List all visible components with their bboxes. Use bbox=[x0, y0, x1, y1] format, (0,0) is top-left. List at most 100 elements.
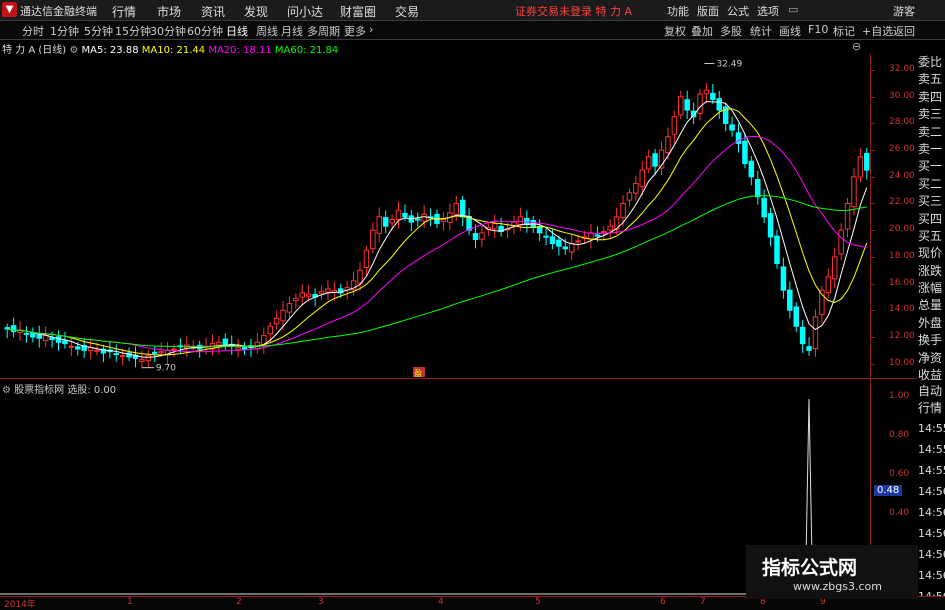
indicator-chart[interactable] bbox=[0, 379, 870, 595]
btn-mark[interactable]: 标记 bbox=[833, 23, 855, 39]
period-1min[interactable]: 1分钟 bbox=[50, 23, 79, 39]
indicator-tick: 1.00 bbox=[889, 391, 910, 401]
candle-body bbox=[684, 99, 690, 111]
tick-mark bbox=[871, 230, 875, 232]
candle-body bbox=[831, 256, 838, 280]
candle-body bbox=[491, 223, 498, 230]
low-label: 9.70 bbox=[156, 364, 176, 374]
candle-body bbox=[806, 346, 812, 351]
period-monthly[interactable]: 月线 bbox=[281, 23, 303, 39]
period-30min[interactable]: 30分钟 bbox=[150, 23, 186, 39]
menu-function[interactable]: 功能 bbox=[667, 3, 689, 19]
indicator-current-value: 0.48 bbox=[874, 485, 903, 496]
menu-market[interactable]: 市场 bbox=[157, 3, 181, 20]
btn-f10[interactable]: F10 bbox=[808, 23, 828, 36]
quote-label[interactable]: 行情 bbox=[918, 400, 945, 417]
ma20-line bbox=[7, 135, 867, 353]
candle-body bbox=[729, 124, 735, 131]
period-60min[interactable]: 60分钟 bbox=[187, 23, 223, 39]
menu-discover[interactable]: 发现 bbox=[244, 3, 268, 20]
candle-body bbox=[318, 291, 325, 295]
candle-body bbox=[812, 316, 819, 350]
tick-mark bbox=[871, 203, 875, 205]
menu-formula[interactable]: 公式 bbox=[727, 3, 749, 19]
menu-options[interactable]: 选项 bbox=[757, 3, 779, 19]
candle-body bbox=[235, 347, 241, 351]
period-multi[interactable]: 多周期 bbox=[307, 23, 340, 39]
menu-trade[interactable]: 交易 bbox=[395, 3, 419, 20]
candle-body bbox=[293, 297, 299, 302]
btn-stats[interactable]: 统计 bbox=[750, 23, 772, 39]
candle-body bbox=[562, 246, 569, 250]
candle-body bbox=[575, 240, 581, 243]
candle-body bbox=[241, 346, 248, 350]
candle-body bbox=[626, 192, 633, 201]
period-intraday[interactable]: 分时 bbox=[22, 23, 44, 39]
btn-overlay[interactable]: 叠加 bbox=[691, 23, 713, 39]
side-field: 买二 bbox=[918, 176, 943, 191]
side-field: 买四 bbox=[918, 211, 943, 226]
price-tick: 20.00 bbox=[889, 224, 915, 235]
side-field: 卖三 bbox=[918, 107, 943, 122]
candlestick-chart[interactable]: 32.49 9.70 盈 bbox=[0, 54, 870, 377]
time-label: 2014年 bbox=[4, 600, 36, 610]
side-field: 委比 bbox=[918, 55, 943, 69]
period-more[interactable]: 更多 bbox=[344, 23, 366, 39]
btn-multi[interactable]: 多股 bbox=[720, 23, 742, 39]
candle-body bbox=[671, 116, 678, 135]
minimize-icon[interactable]: ▭ bbox=[788, 3, 798, 16]
chevron-right-icon[interactable]: › bbox=[369, 23, 373, 36]
candle-body bbox=[665, 136, 671, 154]
guest-label[interactable]: 游客 bbox=[893, 3, 915, 19]
candle-body bbox=[75, 346, 81, 350]
btn-rights[interactable]: 复权 bbox=[664, 23, 686, 39]
side-field: 卖二 bbox=[918, 124, 943, 139]
period-daily[interactable]: 日线 bbox=[226, 23, 248, 39]
tick-mark bbox=[871, 256, 875, 258]
auto-label[interactable]: 自动 bbox=[918, 383, 945, 400]
menu-layout[interactable]: 版面 bbox=[697, 3, 719, 19]
tick-mark bbox=[871, 176, 875, 178]
menu-wealth[interactable]: 财富圈 bbox=[340, 3, 376, 20]
zoom-icon[interactable]: ⊖ bbox=[852, 40, 861, 53]
candle-body bbox=[55, 336, 62, 343]
price-tick: 24.00 bbox=[889, 170, 915, 181]
candle-body bbox=[838, 229, 844, 255]
btn-add-fav[interactable]: +自选 bbox=[862, 23, 893, 39]
candle-body bbox=[459, 199, 466, 218]
candle-body bbox=[767, 213, 774, 238]
candle-body bbox=[825, 276, 832, 294]
candle-body bbox=[440, 219, 447, 223]
candle-body bbox=[864, 152, 870, 171]
candle-body bbox=[594, 234, 601, 237]
candle-body bbox=[421, 213, 427, 222]
price-tick: 16.00 bbox=[889, 277, 915, 288]
period-15min[interactable]: 15分钟 bbox=[115, 23, 151, 39]
price-tick: 22.00 bbox=[889, 197, 915, 208]
period-5min[interactable]: 5分钟 bbox=[84, 23, 113, 39]
watermark-title: 指标公式网 bbox=[762, 557, 858, 579]
menu-quotes[interactable]: 行情 bbox=[112, 3, 136, 20]
period-weekly[interactable]: 周线 bbox=[256, 23, 278, 39]
tick-time: 14:56 bbox=[918, 485, 945, 498]
candle-body bbox=[273, 317, 280, 325]
login-warning: 证券交易未登录 特 力 A bbox=[515, 5, 633, 18]
tick-time: 14:55 bbox=[918, 443, 945, 456]
candle-body bbox=[774, 235, 780, 265]
high-label: 32.49 bbox=[716, 59, 742, 69]
side-field: 外盘 bbox=[918, 315, 943, 330]
indicator-tick: 0.80 bbox=[889, 430, 910, 440]
btn-draw[interactable]: 画线 bbox=[779, 23, 801, 39]
flag-label: 盈 bbox=[414, 369, 422, 377]
time-label: 3 bbox=[318, 597, 324, 607]
candle-body bbox=[119, 355, 126, 358]
candle-body bbox=[780, 266, 787, 291]
candle-body bbox=[556, 239, 562, 247]
menu-ask[interactable]: 问小达 bbox=[287, 3, 323, 20]
price-tick: 10.00 bbox=[889, 357, 915, 368]
btn-back[interactable]: 返回 bbox=[893, 23, 915, 39]
candle-body bbox=[402, 212, 408, 218]
candle-body bbox=[389, 219, 395, 224]
candle-body bbox=[787, 289, 793, 311]
menu-news[interactable]: 资讯 bbox=[201, 3, 225, 20]
